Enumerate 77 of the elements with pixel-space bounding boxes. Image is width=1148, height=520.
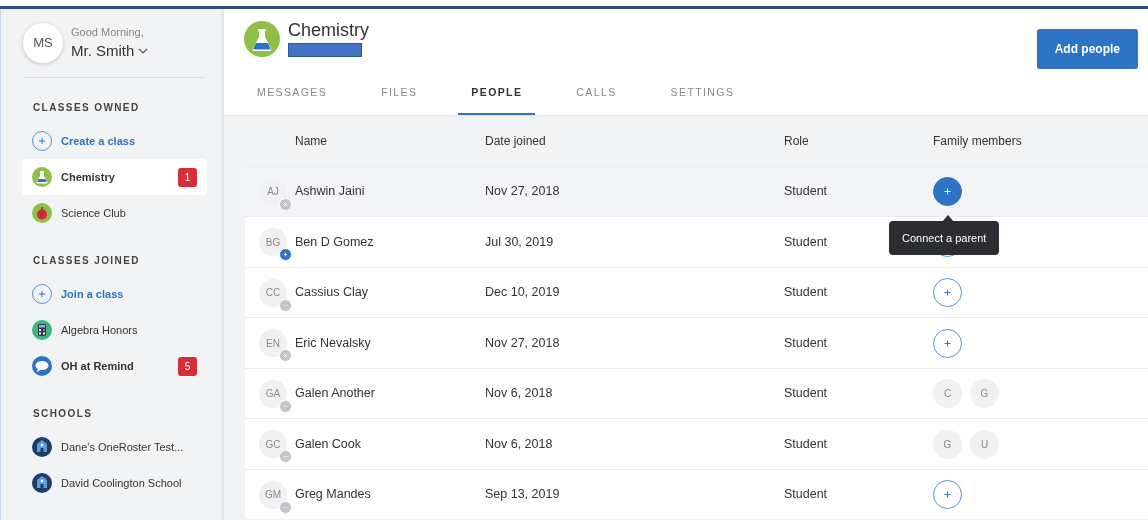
date-joined: Nov 27, 2018 bbox=[485, 335, 560, 350]
date-joined: Jul 30, 2019 bbox=[485, 234, 554, 249]
count-badge: 1 bbox=[178, 167, 197, 187]
tab[interactable]: MESSAGES bbox=[244, 77, 341, 115]
column-header: Name bbox=[295, 132, 327, 150]
dots-status-icon bbox=[279, 298, 292, 312]
sidebar-item[interactable]: Algebra Honors bbox=[22, 312, 207, 348]
connect-parent-button[interactable] bbox=[933, 328, 962, 358]
role-text: Student bbox=[784, 335, 828, 350]
flask-icon bbox=[244, 21, 280, 57]
date-joined: Nov 6, 2018 bbox=[485, 436, 553, 451]
dots-status-icon bbox=[279, 500, 292, 514]
sidebar-action[interactable]: Join a class bbox=[22, 276, 207, 312]
plus-icon bbox=[944, 491, 951, 498]
class-title: Chemistry bbox=[288, 21, 369, 41]
add-people-button[interactable]: Add people bbox=[1036, 29, 1138, 69]
date-joined: Nov 6, 2018 bbox=[485, 386, 553, 401]
plus-icon bbox=[944, 339, 951, 347]
connect-parent-button[interactable] bbox=[933, 177, 962, 206]
family-member-avatar[interactable]: C bbox=[933, 379, 962, 408]
plus-icon bbox=[944, 188, 951, 195]
tooltip-arrow bbox=[942, 214, 954, 222]
cross-status-icon bbox=[279, 349, 292, 362]
bolt-status-icon bbox=[279, 248, 292, 261]
date-joined: Dec 10, 2019 bbox=[485, 285, 560, 300]
apple-icon bbox=[32, 203, 52, 223]
user-avatar[interactable]: MS bbox=[23, 23, 63, 63]
sidebar-action[interactable]: Create a class bbox=[22, 123, 207, 159]
person-name: Galen Cook bbox=[295, 435, 361, 453]
calculator-icon bbox=[32, 320, 52, 340]
tab[interactable]: CALLS bbox=[563, 77, 630, 115]
chevron-down-icon bbox=[138, 48, 149, 55]
family-member-avatar[interactable]: U bbox=[970, 429, 999, 459]
school-icon bbox=[32, 473, 52, 493]
tab[interactable]: PEOPLE bbox=[458, 77, 536, 115]
role-text: Student bbox=[784, 436, 828, 451]
section-heading: CLASSES JOINED bbox=[33, 254, 141, 268]
person-name: Cassius Clay bbox=[295, 284, 368, 302]
chat-bubble-icon bbox=[32, 356, 52, 376]
column-header: Family members bbox=[933, 133, 1022, 148]
tooltip: Connect a parent bbox=[889, 220, 1000, 256]
dots-status-icon bbox=[279, 450, 292, 463]
cross-status-icon bbox=[279, 197, 292, 211]
flask-icon bbox=[32, 167, 52, 187]
tab[interactable]: FILES bbox=[368, 77, 431, 115]
role-text: Student bbox=[784, 386, 828, 401]
count-badge: 5 bbox=[178, 356, 197, 376]
plus-icon bbox=[944, 289, 951, 296]
sidebar-item[interactable]: OH at Remind 5 bbox=[22, 348, 207, 384]
connect-parent-button[interactable] bbox=[933, 278, 962, 307]
sidebar-item[interactable]: David Coolington School bbox=[22, 465, 207, 501]
role-text: Student bbox=[784, 285, 828, 300]
role-text: Student bbox=[784, 184, 828, 199]
school-icon bbox=[32, 437, 52, 457]
tab[interactable]: SETTINGS bbox=[657, 77, 748, 115]
user-menu[interactable]: Mr. Smith bbox=[71, 40, 149, 63]
person-name: Eric Nevalsky bbox=[295, 334, 371, 352]
column-header: Role bbox=[784, 133, 809, 148]
greeting-text: Good Morning, bbox=[71, 24, 145, 40]
column-header: Date joined bbox=[485, 133, 546, 148]
connect-parent-button[interactable] bbox=[933, 480, 962, 509]
person-name: Galen Another bbox=[295, 385, 375, 403]
sidebar-item[interactable]: Science Club bbox=[22, 195, 207, 231]
family-member-avatar[interactable]: G bbox=[970, 379, 999, 408]
role-text: Student bbox=[784, 234, 828, 249]
person-name: Ashwin Jaini bbox=[295, 183, 365, 201]
person-name: Ben D Gomez bbox=[295, 233, 374, 251]
section-heading: SCHOOLS bbox=[33, 407, 94, 421]
date-joined: Nov 27, 2018 bbox=[485, 184, 560, 199]
dots-status-icon bbox=[279, 399, 292, 413]
role-text: Student bbox=[784, 487, 828, 502]
family-member-avatar[interactable]: G bbox=[933, 429, 962, 459]
person-name: Greg Mandes bbox=[295, 486, 371, 504]
sidebar-item[interactable]: Dane's OneRoster Test... bbox=[22, 429, 207, 465]
date-joined: Sep 13, 2019 bbox=[485, 487, 560, 502]
sidebar-item[interactable]: Chemistry 1 bbox=[22, 159, 207, 195]
section-heading: CLASSES OWNED bbox=[33, 101, 141, 115]
